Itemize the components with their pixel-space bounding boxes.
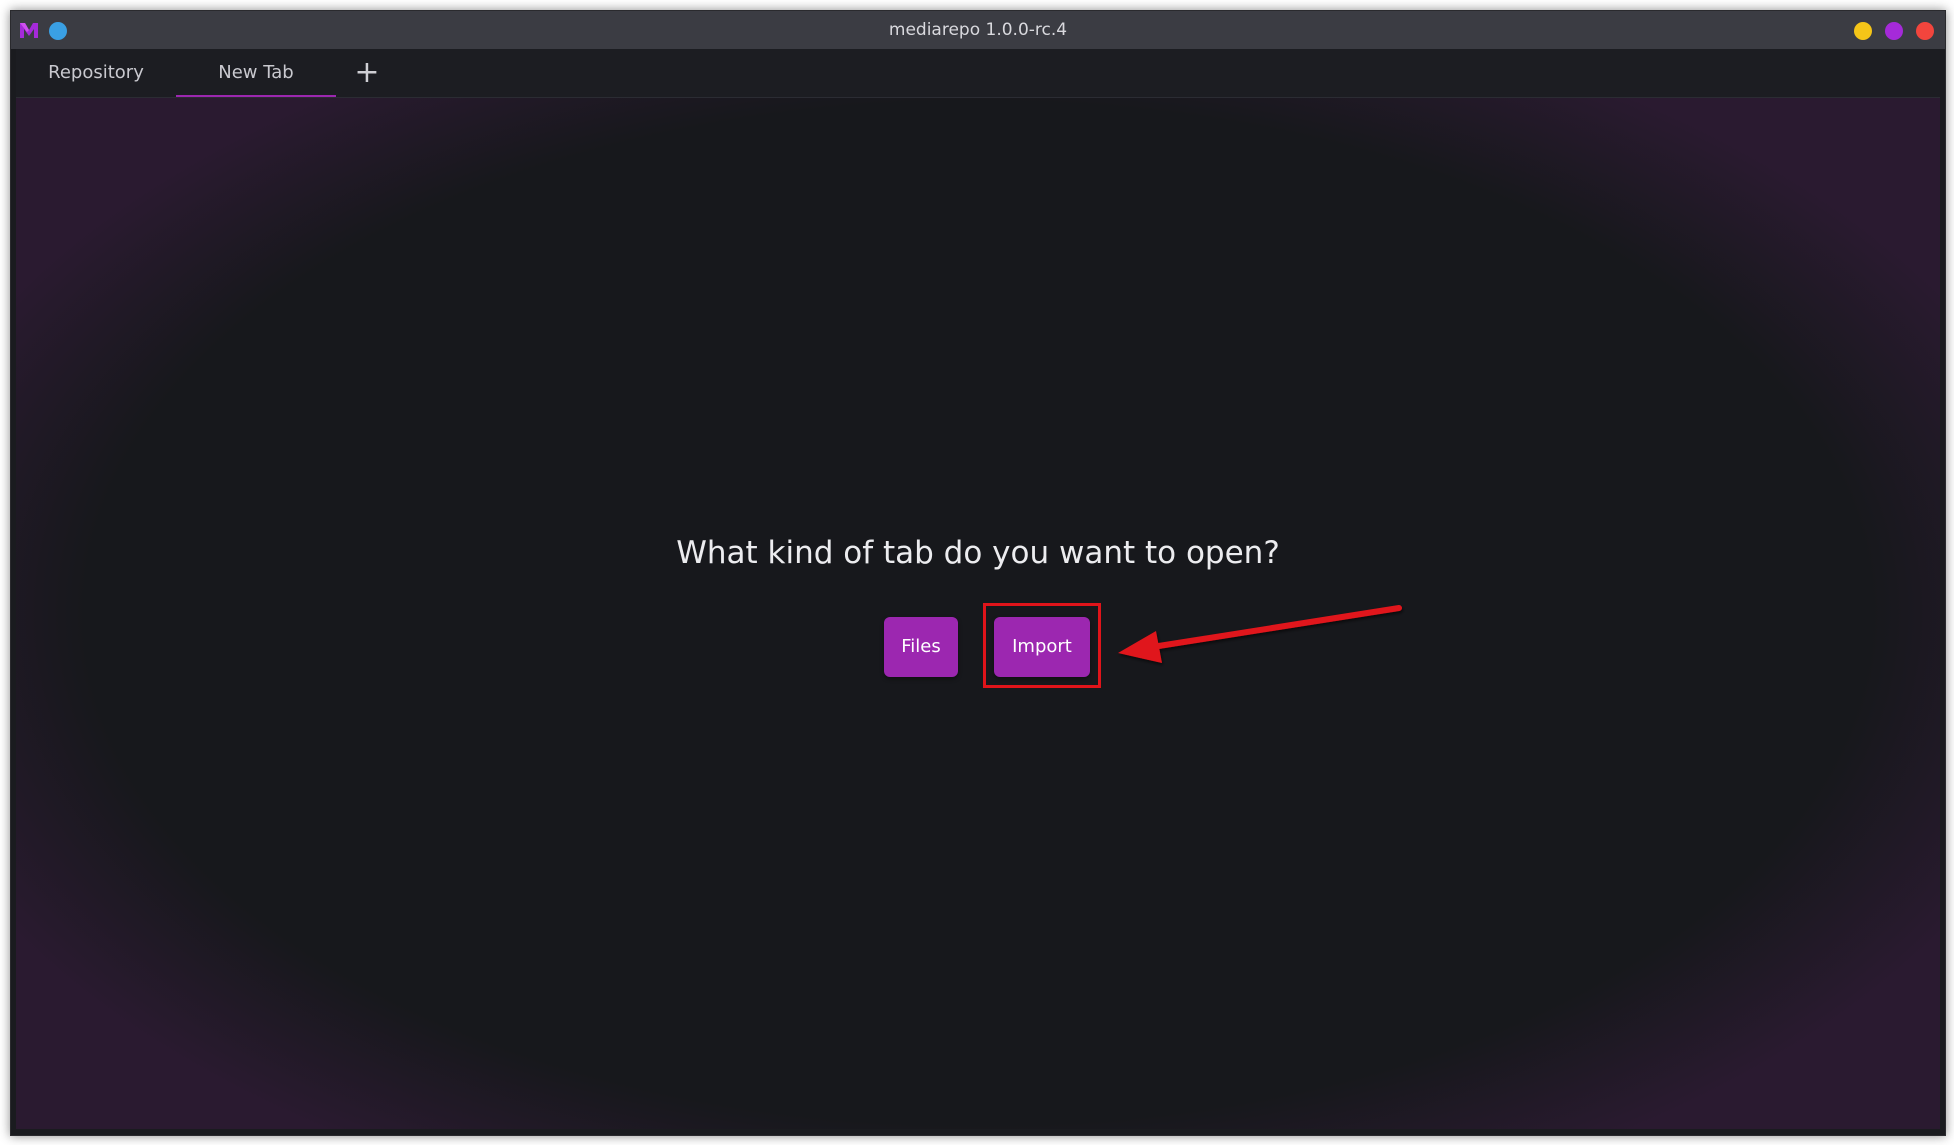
tab-new-tab[interactable]: New Tab	[176, 49, 336, 97]
title-bar[interactable]: mediarepo 1.0.0-rc.4	[11, 11, 1945, 49]
main-content: What kind of tab do you want to open? Fi…	[16, 98, 1940, 1129]
files-button[interactable]: Files	[884, 617, 958, 677]
app-window: mediarepo 1.0.0-rc.4 Repository New Tab …	[10, 10, 1946, 1136]
minimize-icon[interactable]	[1854, 22, 1872, 40]
annotation-highlight-box	[983, 603, 1101, 688]
tab-bar: Repository New Tab +	[16, 49, 1940, 98]
maximize-icon[interactable]	[1885, 22, 1903, 40]
add-tab-button[interactable]: +	[352, 58, 382, 88]
annotation-arrow-icon	[1118, 605, 1402, 663]
window-title: mediarepo 1.0.0-rc.4	[888, 20, 1068, 40]
close-icon[interactable]	[1916, 22, 1934, 40]
tab-type-prompt: What kind of tab do you want to open?	[676, 535, 1280, 571]
tab-repository[interactable]: Repository	[16, 49, 176, 96]
